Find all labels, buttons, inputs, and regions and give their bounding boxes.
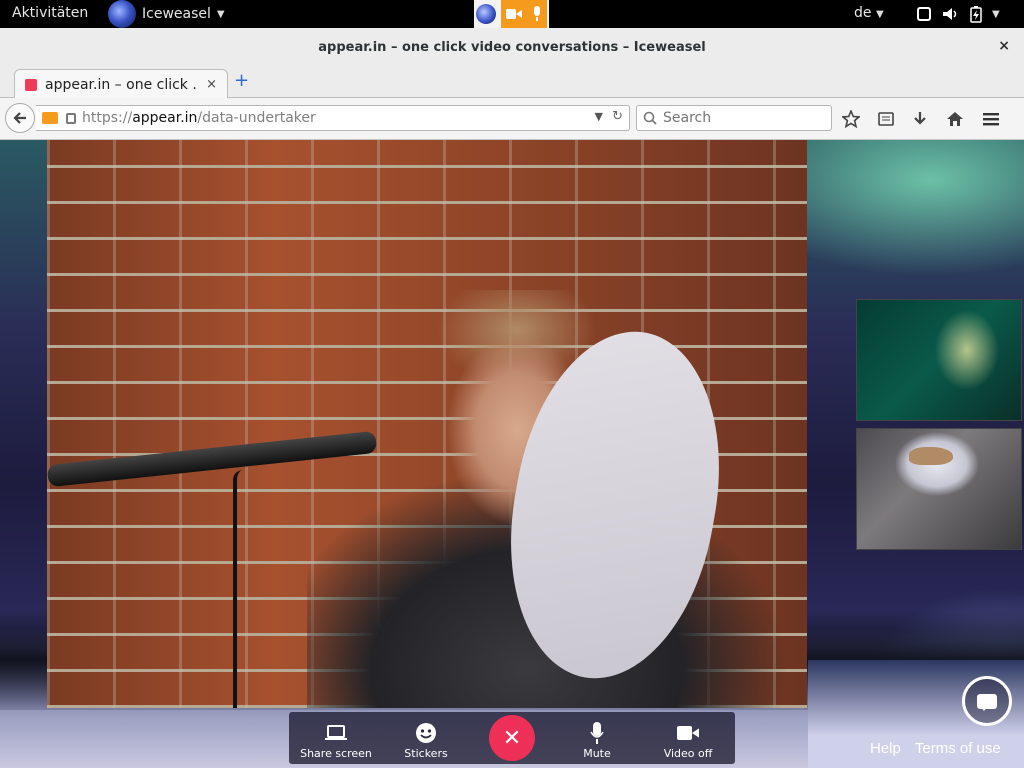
window-title: appear.in – one click video conversation…: [318, 39, 706, 55]
video-off-button[interactable]: Video off: [643, 712, 733, 764]
search-icon: [643, 111, 657, 125]
mute-button[interactable]: Mute: [552, 712, 642, 764]
download-icon[interactable]: [912, 111, 928, 127]
share-screen-button[interactable]: Share screen: [291, 712, 381, 764]
video-camera-icon: [677, 722, 699, 744]
hangup-button[interactable]: ✕: [489, 715, 535, 761]
hamburger-menu-icon[interactable]: [982, 111, 1000, 127]
reload-icon[interactable]: ↻: [612, 109, 623, 124]
microphone-cable: [233, 470, 243, 708]
media-sharing-indicator[interactable]: [474, 0, 549, 28]
volume-icon: [943, 8, 957, 20]
participant-video-thumbnail[interactable]: [856, 428, 1022, 550]
system-menu[interactable]: ▼: [916, 0, 1000, 28]
mute-label: Mute: [583, 747, 611, 760]
smiley-icon: [415, 722, 437, 744]
favicon-icon: [25, 78, 37, 91]
microphone-icon: [586, 722, 608, 744]
stickers-button[interactable]: Stickers: [381, 712, 471, 764]
appear-in-room: Share screen Stickers ✕ Mute Video off H…: [0, 140, 1024, 768]
close-window-button[interactable]: ×: [998, 38, 1010, 54]
tab-appear-in[interactable]: appear.in – one click ... ×: [14, 69, 228, 99]
microphone-icon: [533, 6, 540, 21]
browser-globe-icon: [476, 4, 497, 24]
close-icon: ✕: [502, 725, 522, 751]
gnome-top-bar: Aktivitäten Iceweasel ▼ de ▼ ▼: [0, 0, 1024, 28]
chevron-down-icon: ▼: [875, 9, 884, 20]
terms-of-use-link[interactable]: Terms of use: [915, 740, 1001, 757]
url-history-dropdown-icon[interactable]: ▼: [595, 110, 603, 123]
browser-window: appear.in – one click video conversation…: [0, 28, 1024, 140]
chevron-down-icon: ▼: [992, 8, 1000, 20]
app-menu-label: Iceweasel: [142, 6, 211, 22]
url-host: appear.in: [132, 110, 198, 126]
camera-icon: [505, 9, 522, 19]
navigation-toolbar: https:// appear.in /data-undertaker ▼ ↻: [0, 98, 1024, 140]
stickers-label: Stickers: [404, 747, 448, 760]
tab-strip: appear.in – one click ... × +: [0, 66, 1024, 99]
home-icon[interactable]: [946, 111, 964, 127]
new-tab-button[interactable]: +: [234, 70, 249, 91]
battery-icon: [970, 6, 982, 23]
language-label: de: [854, 5, 872, 21]
keyboard-language-menu[interactable]: de ▼: [854, 5, 884, 21]
projected-fox-image: [909, 447, 953, 465]
tab-close-button[interactable]: ×: [206, 77, 217, 92]
camera-permission-icon[interactable]: [42, 112, 58, 124]
app-menu[interactable]: Iceweasel ▼: [108, 0, 225, 28]
video-off-label: Video off: [663, 747, 713, 760]
search-box[interactable]: [636, 105, 832, 131]
back-button[interactable]: [5, 103, 35, 133]
iceweasel-globe-icon: [108, 0, 136, 28]
window-icon: [917, 7, 931, 21]
main-video-stream[interactable]: [47, 140, 807, 708]
chevron-down-icon: ▼: [216, 8, 225, 20]
lock-icon[interactable]: [66, 112, 76, 124]
activities-button[interactable]: Aktivitäten: [12, 5, 88, 21]
tab-title: appear.in – one click ...: [45, 76, 199, 93]
chat-button[interactable]: [962, 676, 1012, 726]
search-input[interactable]: [663, 110, 823, 126]
chat-bubble-icon: [977, 693, 997, 711]
url-scheme: https://: [82, 110, 133, 126]
url-path: /data-undertaker: [197, 110, 316, 126]
help-link[interactable]: Help: [870, 740, 901, 757]
participant-video-thumbnail[interactable]: [856, 299, 1022, 421]
reading-list-icon[interactable]: [878, 111, 894, 127]
arrow-left-icon: [13, 112, 26, 124]
call-controls-bar: Share screen Stickers ✕ Mute Video off: [289, 712, 735, 764]
footer-links: Help Terms of use: [870, 740, 1001, 757]
title-bar: appear.in – one click video conversation…: [0, 28, 1024, 66]
camera-mic-indicator[interactable]: [500, 0, 547, 28]
share-screen-label: Share screen: [300, 747, 372, 760]
bookmark-star-icon[interactable]: [842, 110, 860, 128]
address-bar[interactable]: https:// appear.in /data-undertaker ▼ ↻: [36, 105, 630, 131]
laptop-icon: [325, 722, 347, 744]
toolbar-icons: [842, 105, 1000, 133]
